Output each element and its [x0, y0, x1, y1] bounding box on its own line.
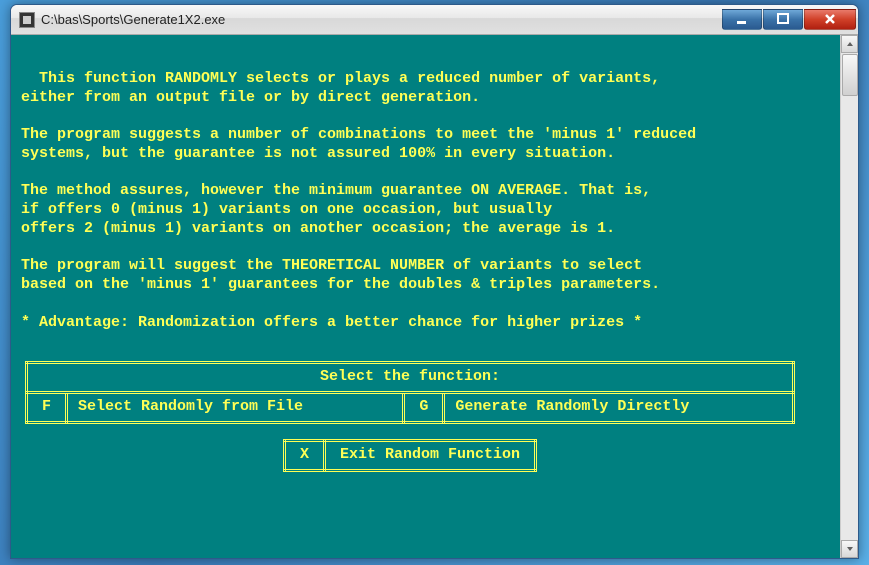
console-line: The program will suggest the THEORETICAL… — [21, 257, 642, 274]
console-line: if offers 0 (minus 1) variants on one oc… — [21, 201, 552, 218]
menu-option-file[interactable]: Select Randomly from File — [67, 392, 404, 422]
function-menu: Select the function: F Select Randomly f… — [21, 342, 834, 491]
console-line: The method assures, however the minimum … — [21, 182, 651, 199]
close-icon — [823, 12, 837, 26]
scroll-down-button[interactable] — [841, 540, 858, 558]
client-area: This function RANDOMLY selects or plays … — [11, 35, 858, 558]
close-button[interactable] — [804, 9, 856, 30]
scroll-thumb[interactable] — [842, 54, 858, 96]
maximize-button[interactable] — [763, 9, 803, 30]
scroll-track[interactable] — [841, 53, 858, 540]
chevron-down-icon — [846, 546, 854, 552]
console-line: either from an output file or by direct … — [21, 89, 480, 106]
console-output: This function RANDOMLY selects or plays … — [11, 35, 840, 558]
app-icon — [19, 12, 35, 28]
maximize-icon — [777, 13, 789, 25]
console-line: offers 2 (minus 1) variants on another o… — [21, 220, 615, 237]
console-line: * Advantage: Randomization offers a bett… — [21, 314, 642, 331]
window-controls — [722, 10, 856, 30]
console-line: The program suggests a number of combina… — [21, 126, 696, 143]
window-title: C:\bas\Sports\Generate1X2.exe — [41, 12, 722, 27]
menu-key-g[interactable]: G — [404, 392, 444, 422]
app-window: C:\bas\Sports\Generate1X2.exe This funct… — [10, 4, 859, 559]
minimize-icon — [736, 13, 748, 25]
vertical-scrollbar[interactable] — [840, 35, 858, 558]
chevron-up-icon — [846, 41, 854, 47]
menu-option-exit[interactable]: Exit Random Function — [324, 441, 535, 471]
console-line: systems, but the guarantee is not assure… — [21, 145, 615, 162]
console-line: based on the 'minus 1' guarantees for th… — [21, 276, 660, 293]
menu-exit-row: X Exit Random Function — [283, 439, 537, 472]
title-bar[interactable]: C:\bas\Sports\Generate1X2.exe — [11, 5, 858, 35]
minimize-button[interactable] — [722, 9, 762, 30]
menu-header: Select the function: — [27, 363, 794, 393]
menu-option-generate[interactable]: Generate Randomly Directly — [444, 392, 794, 422]
console-line: This function RANDOMLY selects or plays … — [21, 70, 660, 87]
scroll-up-button[interactable] — [841, 35, 858, 53]
menu-key-f[interactable]: F — [27, 392, 67, 422]
menu-table: Select the function: F Select Randomly f… — [25, 361, 795, 424]
menu-key-x[interactable]: X — [284, 441, 324, 471]
